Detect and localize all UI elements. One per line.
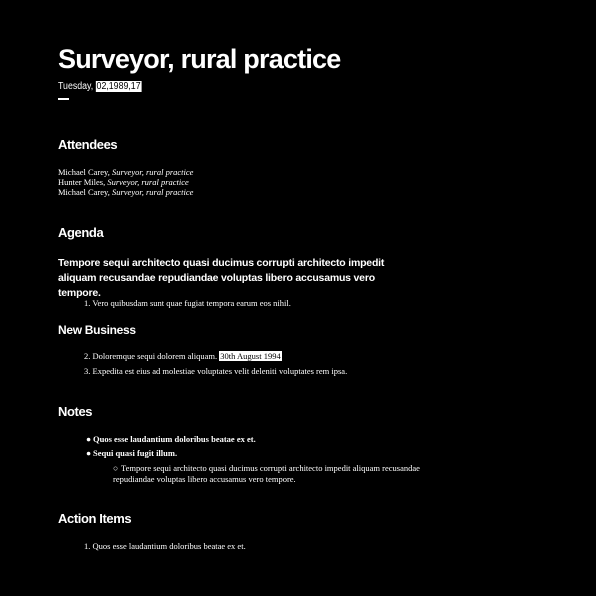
attendees-list: Michael Carey, Surveyor, rural practice … — [58, 167, 193, 197]
notes-heading: Notes — [58, 404, 93, 419]
list-item: 1. Quos esse laudantium doloribus beatae… — [84, 541, 246, 551]
agenda-lead: Tempore sequi architecto quasi ducimus c… — [58, 257, 385, 299]
attendee: Michael Carey, Surveyor, rural practice — [58, 187, 194, 197]
new-business-heading: New Business — [58, 323, 136, 337]
list-item: ● Quos esse laudantium doloribus beatae e… — [86, 434, 256, 444]
attendees-heading: Attendees — [58, 137, 118, 152]
page-title: Surveyor, rural practice — [58, 44, 341, 74]
agenda-heading: Agenda — [58, 225, 104, 240]
action-items-heading: Action Items — [58, 511, 132, 526]
sub-list-item: ○ Tempore sequi architecto quasi ducimus … — [113, 463, 420, 484]
date-highlight: 02,1989,17 — [95, 81, 142, 92]
circle-bullet-icon: ○ — [113, 463, 119, 473]
date-weekday: Tuesday, — [58, 81, 94, 92]
list-item: 3. Expedita est eius ad molestiae volupt… — [84, 366, 348, 376]
date-highlight: 30th August 1994 — [219, 351, 282, 361]
bullet-icon: ● — [86, 448, 92, 458]
list-item: ● Sequi quasi fugit illum. — [86, 448, 178, 458]
attendee: Hunter Miles, Surveyor, rural practice — [58, 177, 189, 187]
title-divider — [58, 98, 69, 100]
meeting-notes-page: Surveyor, rural practice Tuesday, 02,198… — [0, 0, 596, 596]
list-item: 2. Doloremque sequi dolorem aliquam. 30t… — [84, 351, 282, 361]
attendee: Michael Carey, Surveyor, rural practice — [58, 167, 194, 177]
list-item: 1. Vero quibusdam sunt quae fugiat tempo… — [84, 298, 291, 308]
meeting-date: Tuesday, 02,1989,17 — [58, 81, 142, 93]
bullet-icon: ● — [86, 434, 92, 444]
